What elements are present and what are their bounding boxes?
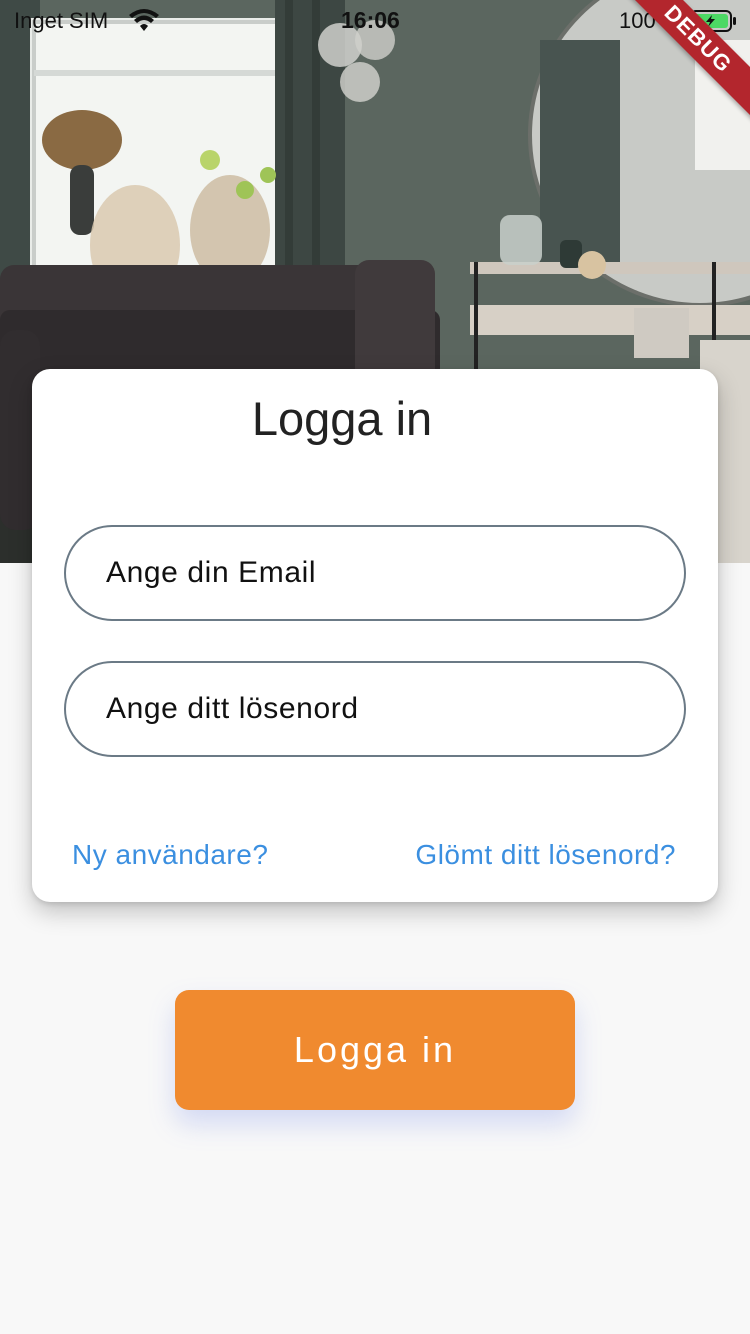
carrier-label: Inget SIM xyxy=(14,8,109,33)
login-screen: Inget SIM 16:06 100 % DEBUG Logga in Ang… xyxy=(0,0,750,1334)
clock: 16:06 xyxy=(341,7,400,33)
login-button[interactable]: Logga in xyxy=(175,990,575,1110)
email-field[interactable] xyxy=(66,527,684,619)
password-field[interactable] xyxy=(66,663,684,755)
login-card: Logga in Ny användare? Glömt ditt löseno… xyxy=(32,369,718,902)
status-bar: Inget SIM 16:06 100 % xyxy=(0,0,750,40)
password-field-wrapper[interactable] xyxy=(64,661,686,757)
wifi-icon xyxy=(128,9,160,33)
page-title: Logga in xyxy=(251,392,433,445)
new-user-link[interactable]: Ny användare? xyxy=(72,839,268,871)
email-field-wrapper[interactable] xyxy=(64,525,686,621)
forgot-password-link[interactable]: Glömt ditt lösenord? xyxy=(415,839,676,871)
